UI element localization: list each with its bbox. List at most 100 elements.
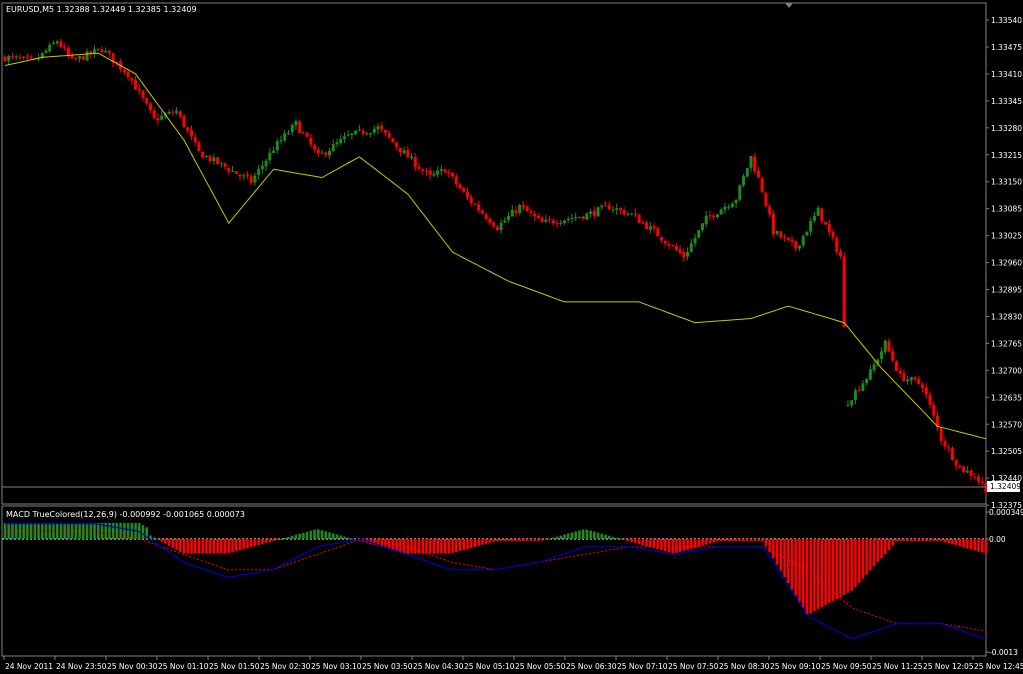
candle-body [701, 223, 705, 230]
candle-body [160, 115, 164, 120]
macd-histogram-bar [283, 537, 287, 539]
candle-body [335, 142, 339, 145]
candle-body [313, 145, 317, 150]
candle-body [395, 142, 399, 148]
price-tick-label: 1.33475 [991, 43, 1022, 52]
macd-histogram-bar [966, 539, 969, 549]
candle-body [22, 56, 26, 58]
candle-body [354, 130, 358, 135]
macd-histogram-bar [268, 539, 272, 543]
macd-histogram-bar [962, 539, 965, 548]
macd-histogram-bar [317, 529, 320, 539]
candle-body [533, 213, 537, 217]
candle-body [219, 162, 223, 164]
macd-histogram-bar [958, 539, 962, 547]
macd-histogram-bar [783, 539, 786, 577]
macd-histogram-bar [775, 539, 779, 565]
macd-histogram-bar [130, 522, 134, 539]
time-tick-label: 25 Nov 05:10 [464, 662, 515, 671]
candle-body [253, 175, 257, 183]
candle-body [275, 141, 279, 151]
macd-histogram-bar [835, 539, 839, 600]
candle-body [775, 230, 779, 234]
macd-histogram-bar [290, 535, 294, 539]
macd-histogram-bar [607, 535, 611, 539]
macd-histogram-bar [854, 539, 857, 587]
macd-histogram-bar [921, 539, 924, 542]
macd-histogram-bar [734, 539, 738, 542]
macd-histogram-bar [529, 539, 533, 542]
macd-histogram-bar [499, 539, 503, 542]
time-tick-label: 25 Nov 03:10 [311, 662, 362, 671]
candle-body [70, 55, 74, 59]
candle-body [74, 58, 78, 60]
chart-shift-marker[interactable] [785, 3, 793, 8]
macd-histogram-bar [760, 539, 764, 542]
macd-histogram-bar [182, 539, 186, 554]
macd-histogram-bar [231, 539, 234, 553]
macd-histogram-bar [723, 539, 727, 542]
macd-histogram-bar [857, 539, 861, 583]
macd-histogram-bar [727, 539, 730, 542]
candle-body [880, 351, 884, 359]
time-tick-label: 25 Nov 05:50 [515, 662, 566, 671]
candle-body [29, 56, 33, 58]
candle-body [171, 112, 175, 114]
candle-body [376, 126, 380, 130]
candle-body [249, 176, 253, 183]
candle-body [820, 208, 824, 222]
macd-histogram-bar [585, 529, 589, 539]
macd-histogram-bar [719, 539, 723, 542]
macd-histogram-bar [895, 539, 898, 542]
candle-body [827, 223, 831, 233]
macd-histogram-bar [563, 534, 566, 539]
macd-histogram-bar [846, 539, 850, 593]
candle-body [406, 149, 410, 158]
macd-histogram-bar [275, 539, 279, 540]
macd-tick-label: -0.0013 [989, 648, 1018, 657]
macd-histogram-bar [716, 539, 719, 542]
candle-body [756, 170, 760, 178]
candle-body [223, 163, 227, 168]
price-tick-label: 1.32895 [991, 286, 1022, 295]
candle-body [816, 207, 820, 216]
macd-histogram-bar [615, 537, 619, 539]
candle-body [954, 460, 958, 466]
time-tick-label: 25 Nov 12:05 [923, 662, 974, 671]
candle-body [872, 364, 876, 371]
candle-body [898, 370, 902, 374]
macd-histogram-bar [447, 539, 451, 554]
candle-body [137, 89, 141, 91]
candle-body [525, 206, 529, 212]
macd-histogram-bar [701, 539, 704, 546]
macd-panel-frame [1, 505, 987, 657]
price-tick-label: 1.33540 [991, 16, 1022, 25]
candle-body [380, 125, 384, 130]
macd-histogram-bar [787, 539, 790, 584]
macd-histogram-bar [462, 539, 466, 551]
macd-histogram-bar [917, 539, 921, 542]
candle-body [10, 56, 14, 58]
time-tick-label: 24 Nov 2011 [5, 662, 53, 671]
macd-histogram-bar [331, 533, 335, 539]
macd-histogram-bar [18, 522, 22, 539]
price-tick-label: 1.33410 [991, 70, 1022, 79]
macd-tick-label: 0.00 [989, 535, 1006, 544]
candle-body [96, 48, 100, 50]
macd-histogram-bar [798, 539, 801, 602]
macd-histogram-bar [208, 539, 212, 554]
candle-body [861, 383, 865, 391]
macd-histogram-bar [302, 532, 305, 539]
candle-body [507, 216, 511, 221]
candle-body [656, 228, 660, 237]
candle-body [7, 56, 11, 61]
macd-histogram-bar [757, 539, 760, 542]
macd-histogram-bar [115, 522, 119, 539]
candle-body [794, 241, 798, 249]
macd-histogram-bar [443, 539, 447, 554]
candle-body [391, 138, 395, 143]
macd-histogram-bar [645, 539, 648, 547]
candle-body [436, 170, 440, 175]
candle-body [697, 230, 701, 238]
candle-body [257, 168, 261, 176]
